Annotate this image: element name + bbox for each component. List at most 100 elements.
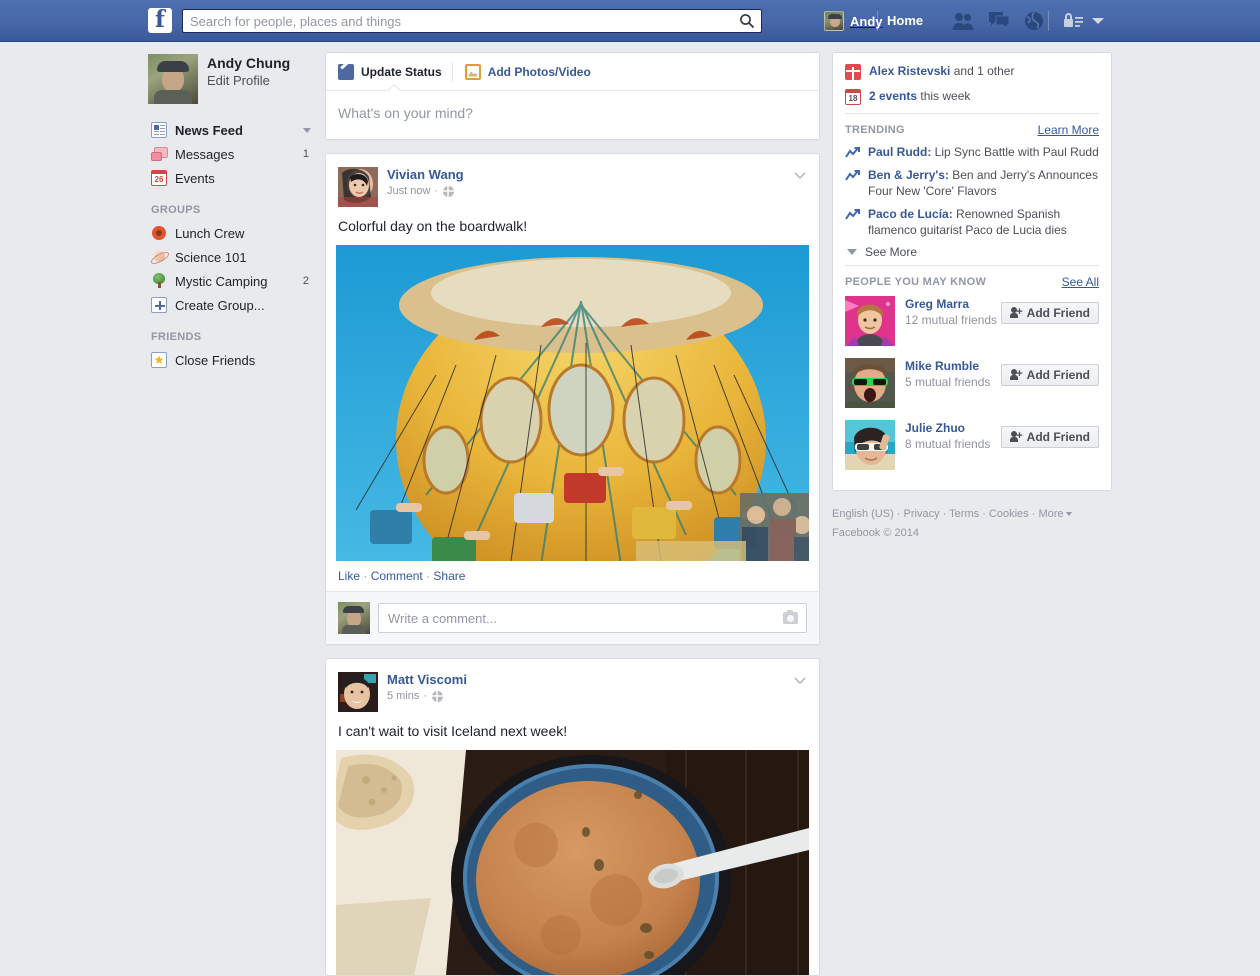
add-friend-button[interactable]: + Add Friend: [1001, 426, 1099, 448]
sidebar-item-events[interactable]: 26 Events: [148, 166, 313, 190]
avatar[interactable]: [338, 167, 378, 207]
sidebar-profile[interactable]: Andy Chung Edit Profile: [148, 54, 313, 104]
friend-requests-icon[interactable]: [952, 11, 974, 31]
sidebar-item-messages[interactable]: Messages 1: [148, 142, 313, 166]
post-text: I can't wait to visit Iceland next week!: [326, 712, 819, 750]
facebook-logo[interactable]: f: [148, 8, 172, 33]
footer-link-more[interactable]: More: [1038, 508, 1063, 520]
account-dropdown-icon[interactable]: [1092, 18, 1104, 24]
footer-link-cookies[interactable]: Cookies: [989, 508, 1029, 520]
sidebar-item-label: Close Friends: [175, 353, 255, 368]
groups-section-header: GROUPS: [151, 204, 313, 216]
tab-label: Add Photos/Video: [488, 65, 591, 79]
pymk-name[interactable]: Greg Marra: [905, 296, 1001, 312]
comment-input[interactable]: Write a comment...: [378, 603, 807, 633]
sidebar-item-science-101[interactable]: Science 101: [148, 245, 313, 269]
home-link[interactable]: Home: [887, 13, 923, 28]
separator: ·: [423, 688, 427, 704]
pymk-name[interactable]: Julie Zhuo: [905, 420, 1001, 436]
status-input-area[interactable]: What's on your mind?: [326, 91, 819, 139]
share-button[interactable]: Share: [433, 569, 465, 583]
camera-icon[interactable]: [783, 612, 798, 624]
post-author[interactable]: Vivian Wang: [387, 167, 464, 183]
trending-title[interactable]: Paco de Lucía:: [868, 207, 953, 221]
chevron-down-icon[interactable]: [793, 168, 807, 182]
see-all-link[interactable]: See All: [1062, 275, 1099, 289]
events-row[interactable]: 18 2 events this week: [845, 88, 1099, 105]
birthday-name[interactable]: Alex Ristevski: [869, 64, 950, 78]
comment-composer: Write a comment...: [326, 592, 819, 644]
trend-arrow-icon: [845, 170, 860, 182]
sidebar-item-lunch-crew[interactable]: Lunch Crew: [148, 221, 313, 245]
privacy-lock-icon[interactable]: [1062, 11, 1084, 31]
chevron-down-icon[interactable]: [793, 673, 807, 687]
sidebar-item-close-friends[interactable]: ★ Close Friends: [148, 348, 313, 372]
add-friend-button[interactable]: + Add Friend: [1001, 364, 1099, 386]
separator: ·: [426, 569, 430, 583]
julie-zhuo-avatar[interactable]: [845, 420, 895, 470]
search-input[interactable]: [190, 10, 730, 32]
sidebar-item-create-group[interactable]: Create Group...: [148, 293, 313, 317]
trending-item[interactable]: Paul Rudd: Lip Sync Battle with Paul Rud…: [845, 144, 1099, 160]
add-person-icon: +: [1010, 431, 1022, 443]
see-more-button[interactable]: See More: [845, 245, 1099, 259]
footer-link-language[interactable]: English (US): [832, 508, 894, 520]
trending-title[interactable]: Paul Rudd:: [868, 145, 931, 159]
notifications-globe-icon[interactable]: [1024, 11, 1044, 31]
edit-profile-link[interactable]: Edit Profile: [207, 72, 290, 90]
unread-count: 1: [303, 148, 309, 160]
comment-placeholder: Write a comment...: [388, 611, 497, 626]
avatar: [338, 602, 370, 634]
messages-icon[interactable]: [988, 11, 1010, 31]
post-author[interactable]: Matt Viscomi: [387, 672, 467, 688]
post-actions: Like · Comment · Share: [326, 561, 819, 592]
profile-link[interactable]: Andy: [817, 8, 890, 34]
greg-marra-avatar[interactable]: [845, 296, 895, 346]
comment-button[interactable]: Comment: [371, 569, 423, 583]
sidebar-item-news-feed[interactable]: News Feed: [148, 118, 313, 142]
carnival-swing-ride-photo[interactable]: [336, 245, 809, 561]
add-friend-button[interactable]: + Add Friend: [1001, 302, 1099, 324]
birthday-suffix: and 1 other: [950, 64, 1014, 78]
trending-item[interactable]: Ben & Jerry's: Ben and Jerry's Announces…: [845, 167, 1099, 199]
tab-update-status[interactable]: Update Status: [338, 64, 442, 80]
chevron-down-icon[interactable]: [1066, 512, 1072, 516]
pymk-item: Greg Marra 12 mutual friends + Add Frien…: [845, 296, 1099, 346]
footer-links: English (US) · Privacy · Terms · Cookies…: [832, 505, 1112, 543]
events-count[interactable]: 2 events: [869, 89, 917, 103]
composer-tabs: Update Status Add Photos/Video: [326, 53, 819, 91]
sidebar-item-mystic-camping[interactable]: Mystic Camping 2: [148, 269, 313, 293]
footer-link-terms[interactable]: Terms: [949, 508, 979, 520]
add-friend-label: Add Friend: [1027, 306, 1090, 320]
trending-item[interactable]: Paco de Lucía: Renowned Spanish flamenco…: [845, 206, 1099, 238]
divider: [452, 62, 453, 82]
chevron-down-icon[interactable]: [303, 128, 311, 133]
sidebar-item-label: Mystic Camping: [175, 274, 267, 289]
pymk-name[interactable]: Mike Rumble: [905, 358, 1001, 374]
tab-add-photos-video[interactable]: Add Photos/Video: [465, 64, 591, 80]
search-box[interactable]: [182, 9, 762, 33]
separator: ·: [940, 508, 950, 520]
avatar[interactable]: [338, 672, 378, 712]
sidebar-item-label: Lunch Crew: [175, 226, 244, 241]
top-navigation-bar: f Andy Home: [0, 0, 1260, 42]
footer-link-privacy[interactable]: Privacy: [904, 508, 940, 520]
right-sidebar: Alex Ristevski and 1 other 18 2 events t…: [832, 52, 1112, 543]
soup-bowl-photo[interactable]: [336, 750, 809, 975]
post-timestamp: 5 mins: [387, 688, 419, 704]
post-text: Colorful day on the boardwalk!: [326, 207, 819, 245]
like-button[interactable]: Like: [338, 569, 360, 583]
mike-rumble-avatar[interactable]: [845, 358, 895, 408]
avatar: [824, 11, 844, 31]
news-feed-icon: [151, 122, 167, 138]
flower-icon: [151, 225, 167, 241]
search-icon[interactable]: [739, 13, 755, 29]
birthday-row[interactable]: Alex Ristevski and 1 other: [845, 63, 1099, 80]
post-meta: 5 mins ·: [387, 688, 467, 704]
separator: ·: [363, 569, 367, 583]
add-person-icon: +: [1010, 369, 1022, 381]
profile-avatar[interactable]: [148, 54, 198, 104]
trending-title[interactable]: Ben & Jerry's:: [868, 168, 949, 182]
learn-more-link[interactable]: Learn More: [1038, 123, 1099, 137]
events-calendar-icon: 26: [151, 170, 167, 186]
